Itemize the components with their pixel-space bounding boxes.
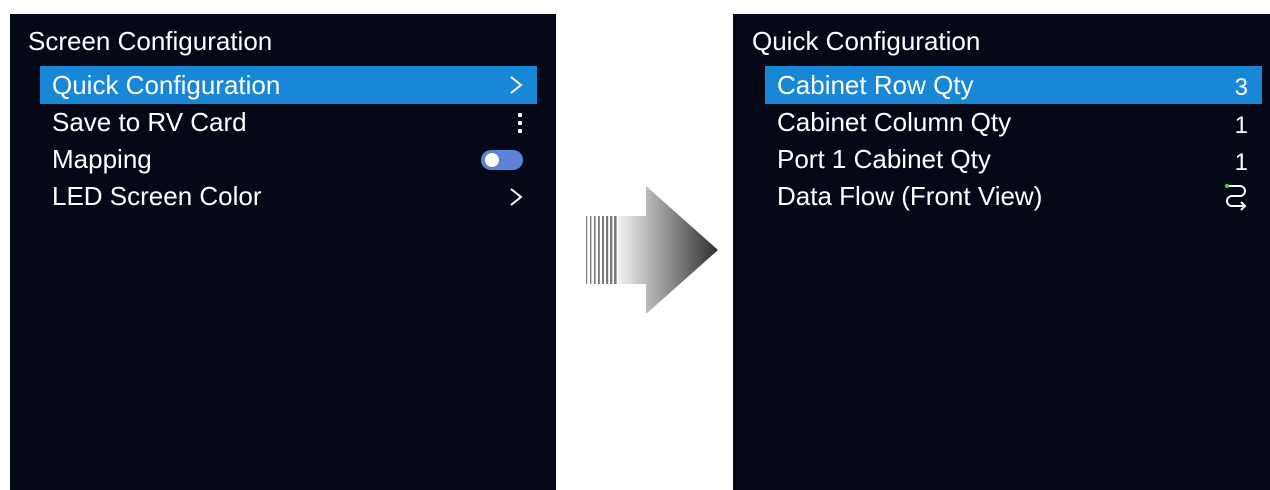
screen-configuration-panel: Screen Configuration Quick Configuration… <box>10 14 556 490</box>
menu-item-label: Mapping <box>52 144 152 174</box>
menu-list: Quick Configuration Save to RV Card Mapp… <box>40 66 537 215</box>
menu-item-label: Cabinet Row Qty <box>777 69 974 100</box>
menu-item-label: Port 1 Cabinet Qty <box>777 144 991 174</box>
screen-title: Screen Configuration <box>28 26 273 56</box>
menu-list: Cabinet Row Qty 3 Cabinet Column Qty 1 P… <box>765 66 1262 215</box>
menu-item-value: 1 <box>1234 148 1248 176</box>
menu-item-cabinet-row-qty[interactable]: Cabinet Row Qty 3 <box>765 66 1262 104</box>
screen-title: Quick Configuration <box>752 26 981 56</box>
menu-item-led-screen-color[interactable]: LED Screen Color <box>40 178 537 215</box>
menu-item-mapping[interactable]: Mapping <box>40 141 537 178</box>
chevron-right-icon <box>510 187 523 206</box>
menu-item-cabinet-column-qty[interactable]: Cabinet Column Qty 1 <box>765 104 1262 141</box>
data-flow-icon <box>1224 183 1247 211</box>
transition-arrow-icon <box>586 186 718 314</box>
menu-item-label: LED Screen Color <box>52 181 262 211</box>
menu-item-value: 3 <box>1234 74 1248 101</box>
quick-configuration-panel: Quick Configuration Cabinet Row Qty 3 Ca… <box>733 14 1270 490</box>
menu-item-label: Data Flow (Front View) <box>777 181 1043 211</box>
menu-item-port-1-cabinet-qty[interactable]: Port 1 Cabinet Qty 1 <box>765 141 1262 178</box>
mapping-toggle[interactable] <box>481 149 523 170</box>
menu-item-value: 1 <box>1234 111 1248 139</box>
toggle-knob <box>485 152 499 167</box>
chevron-right-icon <box>510 76 523 94</box>
menu-item-label: Cabinet Column Qty <box>777 107 1012 137</box>
menu-item-save-to-rv-card[interactable]: Save to RV Card <box>40 104 537 141</box>
kebab-menu-icon <box>517 112 523 133</box>
menu-item-quick-configuration[interactable]: Quick Configuration <box>40 66 537 104</box>
menu-item-label: Quick Configuration <box>52 69 281 100</box>
menu-item-data-flow[interactable]: Data Flow (Front View) <box>765 178 1262 215</box>
menu-item-label: Save to RV Card <box>52 107 247 137</box>
